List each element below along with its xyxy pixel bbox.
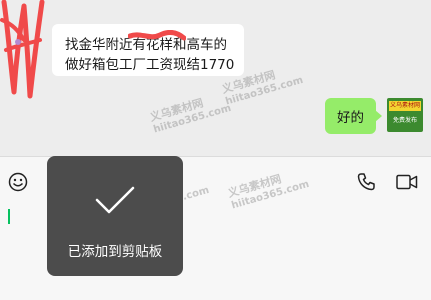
- copied-toast: 已添加到剪贴板: [47, 156, 183, 276]
- my-avatar-top-text: 义乌素材网: [389, 102, 420, 109]
- phone-icon[interactable]: [356, 172, 376, 192]
- watermark-sub: hiitao365.com: [224, 74, 305, 108]
- outgoing-message-bubble[interactable]: 好的: [325, 98, 382, 134]
- my-avatar-bottom-text: 免费发布: [392, 117, 417, 124]
- watermark-sub: hiitao365.com: [152, 102, 233, 136]
- contact-avatar[interactable]: [0, 0, 46, 100]
- watermark-main: 义乌素材网: [148, 96, 205, 125]
- emoji-icon[interactable]: [8, 172, 28, 192]
- video-call-icon[interactable]: [396, 174, 418, 190]
- toast-message: 已添加到剪贴板: [67, 244, 163, 260]
- text-cursor: [8, 209, 10, 224]
- outgoing-message-text: 好的: [337, 110, 364, 126]
- redaction-scribble: [128, 30, 186, 41]
- check-icon: [95, 186, 135, 214]
- chat-message-area: 找金华附近有花样和高车的做好箱包工厂工资现结1770769 义乌素材网 hiit…: [0, 0, 431, 156]
- my-avatar[interactable]: 义乌素材网 免费发布: [387, 98, 423, 132]
- watermark: 义乌素材网 hiitao365.com: [148, 87, 233, 136]
